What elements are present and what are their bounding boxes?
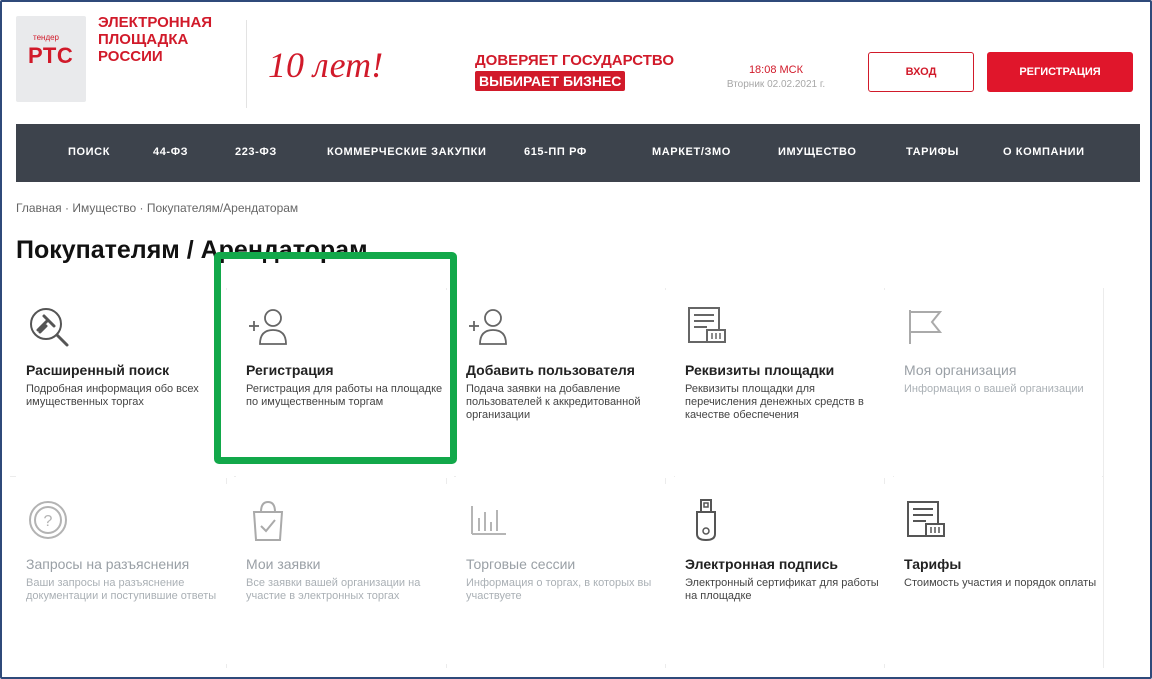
card-title: Моя организация bbox=[904, 362, 1017, 378]
card-extended-search[interactable]: Расширенный поиск Подробная информация о… bbox=[16, 290, 234, 478]
card-title: Торговые сессии bbox=[466, 556, 576, 572]
grid-divider bbox=[1103, 288, 1104, 668]
trust-slogan-line2: ВЫБИРАЕТ БИЗНЕС bbox=[475, 71, 626, 91]
card-desc: Ваши запросы на разъяснение документации… bbox=[26, 577, 217, 602]
card-clarification-requests[interactable]: ? Запросы на разъяснения Ваши запросы на… bbox=[16, 484, 234, 664]
card-desc: Подробная информация обо всех имуществен… bbox=[26, 383, 199, 408]
card-desc: Информация о вашей организации bbox=[904, 383, 1084, 395]
card-desc: Подача заявки на добавление пользователе… bbox=[466, 383, 641, 421]
card-e-signature[interactable]: Электронная подпись Электронный сертифик… bbox=[675, 484, 893, 664]
nav-item-search[interactable]: ПОИСК bbox=[68, 146, 110, 158]
breadcrumb[interactable]: Главная · Имущество · Покупателям/Аренда… bbox=[16, 201, 298, 215]
anniversary-text: 10 лет! bbox=[268, 45, 384, 85]
card-add-user[interactable]: Добавить пользователя Подача заявки на д… bbox=[456, 290, 674, 478]
card-desc: Информация о торгах, в которых вы участв… bbox=[466, 577, 652, 602]
add-user-icon bbox=[469, 309, 507, 345]
question-icon: ? bbox=[29, 501, 67, 539]
card-desc: Все заявки вашей организации на участие … bbox=[246, 577, 421, 602]
card-tariffs[interactable]: Тарифы Стоимость участия и порядок оплат… bbox=[894, 484, 1102, 664]
site-header: тендер РТС ЭЛЕКТРОННАЯ ПЛОЩАДКА РОССИИ 1… bbox=[10, 14, 1140, 114]
nav-item-615pp[interactable]: 615-ПП РФ bbox=[524, 146, 587, 158]
clock: 18:08 МСК Вторник 02.02.2021 г. bbox=[710, 64, 842, 90]
nav-item-market[interactable]: МАРКЕТ/ЗМО bbox=[652, 146, 731, 158]
card-desc: Реквизиты площадки для перечисления дене… bbox=[685, 383, 864, 421]
card-trade-sessions[interactable]: Торговые сессии Информация о торгах, в к… bbox=[456, 484, 674, 664]
card-title: Электронная подпись bbox=[685, 556, 838, 572]
trust-slogan-line1: ДОВЕРЯЕТ ГОСУДАРСТВО bbox=[475, 52, 675, 69]
nav-item-commercial[interactable]: КОММЕРЧЕСКИЕ ЗАКУПКИ bbox=[327, 146, 487, 158]
card-my-organization[interactable]: Моя организация Информация о вашей орган… bbox=[894, 290, 1102, 478]
flag-icon bbox=[909, 310, 943, 344]
card-title: Мои заявки bbox=[246, 556, 321, 572]
logo-brand-text: РТС bbox=[28, 43, 74, 68]
search-icon bbox=[30, 308, 69, 347]
document-icon bbox=[907, 501, 945, 537]
card-desc: Электронный сертификат для работы на пло… bbox=[685, 577, 879, 602]
logo-name: ЭЛЕКТРОННАЯ ПЛОЩАДКА РОССИИ bbox=[98, 14, 213, 65]
card-title: Запросы на разъяснения bbox=[26, 556, 190, 572]
card-platform-details[interactable]: Реквизиты площадки Реквизиты площадки дл… bbox=[675, 290, 893, 478]
highlight-box bbox=[214, 252, 457, 464]
card-my-applications[interactable]: Мои заявки Все заявки вашей организации … bbox=[236, 484, 454, 664]
clock-time: 18:08 МСК bbox=[748, 64, 804, 76]
usb-token-icon bbox=[696, 499, 716, 542]
bar-chart-icon bbox=[471, 506, 506, 535]
nav-item-about[interactable]: О КОМПАНИИ bbox=[1003, 146, 1085, 158]
logo[interactable]: тендер РТС bbox=[16, 16, 86, 102]
register-button[interactable]: РЕГИСТРАЦИЯ bbox=[987, 52, 1133, 92]
card-title: Добавить пользователя bbox=[466, 362, 635, 378]
svg-text:?: ? bbox=[44, 513, 53, 530]
logo-small-text: тендер bbox=[33, 33, 60, 42]
login-button[interactable]: ВХОД bbox=[868, 52, 974, 92]
nav-item-tariffs[interactable]: ТАРИФЫ bbox=[906, 146, 959, 158]
nav-item-223fz[interactable]: 223-ФЗ bbox=[235, 146, 277, 158]
header-divider bbox=[246, 20, 247, 108]
card-title: Реквизиты площадки bbox=[685, 362, 835, 378]
card-title: Тарифы bbox=[904, 556, 962, 572]
clock-date: Вторник 02.02.2021 г. bbox=[726, 79, 826, 90]
card-desc: Стоимость участия и порядок оплаты bbox=[904, 577, 1097, 589]
nav-item-property[interactable]: ИМУЩЕСТВО bbox=[778, 146, 856, 158]
main-nav: ПОИСК 44-ФЗ 223-ФЗ КОММЕРЧЕСКИЕ ЗАКУПКИ … bbox=[16, 124, 1140, 182]
shopping-bag-icon bbox=[252, 500, 284, 541]
document-icon bbox=[688, 307, 726, 343]
nav-item-44fz[interactable]: 44-ФЗ bbox=[153, 146, 188, 158]
card-title: Расширенный поиск bbox=[26, 362, 170, 378]
